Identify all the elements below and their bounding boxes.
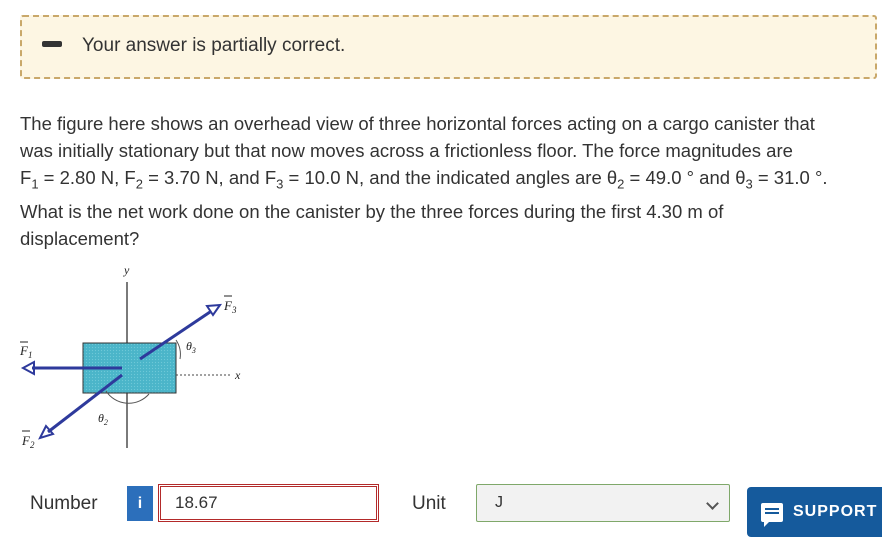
question-line-5: displacement?: [20, 227, 140, 249]
force-diagram: y x F1 F2 θ2 F3 θ3: [19, 263, 241, 450]
feedback-banner: Your answer is partially correct.: [20, 15, 877, 79]
y-axis-label: y: [123, 263, 130, 277]
unit-select-value: J: [495, 494, 503, 511]
support-label: SUPPORT: [793, 503, 878, 520]
minus-icon: [42, 41, 62, 47]
support-button[interactable]: SUPPORT: [747, 487, 882, 537]
feedback-message: Your answer is partially correct.: [82, 35, 346, 56]
question-line-1: The figure here shows an overhead view o…: [20, 113, 815, 134]
x-axis-label: x: [234, 368, 241, 382]
number-label: Number: [30, 493, 98, 514]
theta3-label: θ3: [186, 339, 196, 355]
question-line-2: was initially stationary but that now mo…: [20, 140, 793, 161]
force-f1-label: F1: [19, 343, 32, 360]
chat-icon: [761, 502, 783, 527]
answer-input[interactable]: [158, 484, 379, 522]
question-text: The figure here shows an overhead view o…: [20, 110, 870, 252]
force-f3-label: F3: [223, 298, 237, 315]
question-line-4: What is the net work done on the caniste…: [20, 200, 724, 222]
info-icon[interactable]: i: [127, 486, 153, 521]
theta2-label: θ2: [98, 411, 108, 427]
force-f2-label: F2: [21, 433, 35, 450]
chevron-down-icon: [706, 497, 719, 510]
theta3-arc: [175, 339, 181, 360]
question-line-3: F1 = 2.80 N, F2 = 3.70 N, and F3 = 10.0 …: [20, 167, 828, 192]
unit-select[interactable]: J: [476, 484, 730, 522]
unit-label: Unit: [412, 493, 446, 514]
